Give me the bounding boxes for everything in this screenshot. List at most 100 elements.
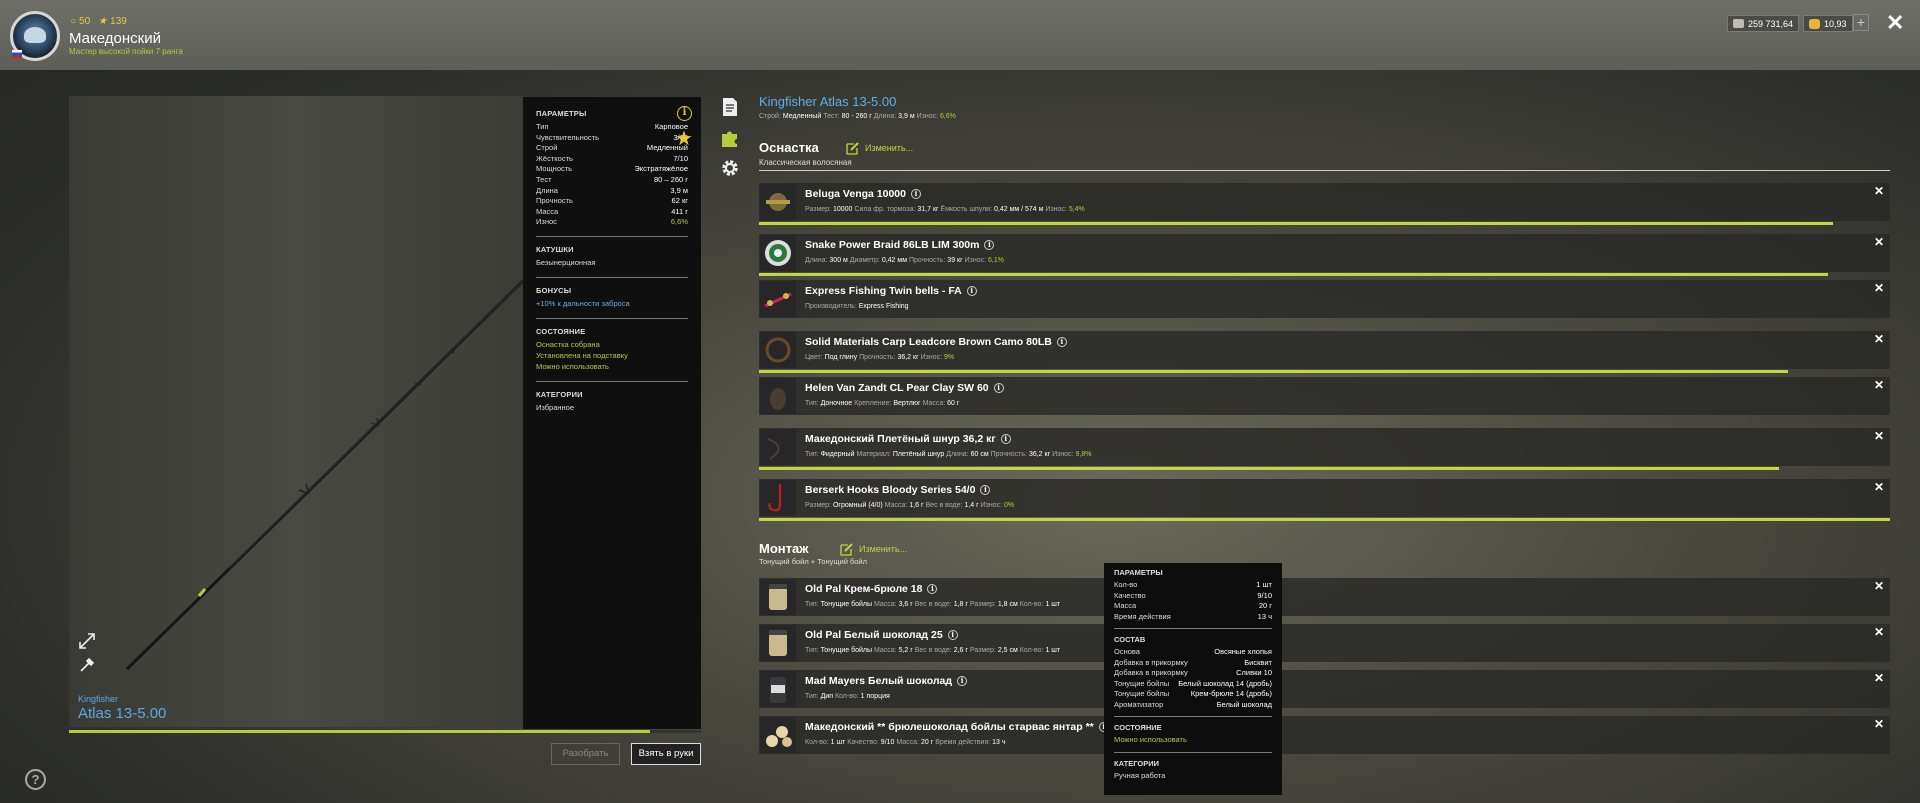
- remove-icon[interactable]: ✕: [1874, 332, 1884, 346]
- info-icon[interactable]: i: [947, 630, 958, 640]
- param-row: Добавка в прикормку Бисквит: [1114, 658, 1272, 669]
- param-row: Тип Карповое: [536, 122, 688, 133]
- param-label: Тонущие бойлы: [1114, 689, 1170, 698]
- brush-icon[interactable]: [78, 656, 96, 674]
- info-icon[interactable]: i: [957, 676, 968, 686]
- param-label: Ароматизатор: [1114, 699, 1164, 709]
- tooltip-params: Кол-во 1 шт Качество 9/10 Масса 20 г Время дей…: [1114, 580, 1272, 622]
- remove-icon[interactable]: ✕: [1874, 378, 1884, 392]
- rig-item[interactable]: Beluga Venga 10000 i Размер: 10000 Сила фр…: [759, 183, 1890, 221]
- meta-label: Крепление:: [854, 400, 892, 407]
- help-icon[interactable]: ?: [25, 769, 46, 790]
- category-value: Избранное: [536, 402, 575, 412]
- take-in-hands-button[interactable]: Взять в руки: [631, 743, 701, 765]
- star-icon[interactable]: ★: [675, 126, 693, 151]
- tooltip-composition: Основа Овсяные хлопья Добавка в прикормку Б…: [1114, 647, 1272, 710]
- meta-label: Масса:: [873, 647, 897, 654]
- remove-icon[interactable]: ✕: [1874, 579, 1884, 593]
- param-label: Масса: [536, 206, 559, 216]
- flag-icon: [12, 50, 22, 58]
- rig-edit-button[interactable]: Изменить...: [846, 141, 913, 155]
- mount-item[interactable]: Македонский ** брюлешоколад бойлы старва…: [759, 716, 1890, 754]
- mount-title: Монтаж: [759, 541, 809, 556]
- silver-balance[interactable]: 259 731,64: [1727, 15, 1800, 32]
- document-icon[interactable]: [720, 97, 740, 117]
- mount-item[interactable]: Mad Mayers Белый шоколад i Тип: Дип Кол-во…: [759, 670, 1890, 708]
- param-label: Жёсткость: [536, 153, 573, 163]
- mount-item[interactable]: Old Pal Крем-брюле 18 i Тип: Тонущие бойлы…: [759, 578, 1890, 616]
- meta-label: Размер:: [805, 502, 832, 509]
- meta-value: 36,2 кг: [897, 354, 919, 361]
- meta-value: 1,6 г: [909, 502, 924, 509]
- info-icon[interactable]: i: [927, 584, 938, 594]
- rig-item[interactable]: Македонский Плетёный шнур 36,2 кг i Тип: Ф…: [759, 428, 1890, 466]
- meta-value: 3,6 г: [898, 601, 913, 608]
- info-icon[interactable]: i: [1056, 337, 1067, 347]
- remove-icon[interactable]: ✕: [1874, 281, 1884, 295]
- boilie-jar-icon: [760, 579, 796, 615]
- rod-preview[interactable]: [69, 96, 523, 727]
- param-value: 62 кг: [671, 196, 688, 206]
- mount-edit-button[interactable]: Изменить...: [840, 542, 907, 556]
- item-meta: Тип: Тонущие бойлы Масса: 3,6 г Вес в во…: [805, 601, 1060, 608]
- braid-icon: [760, 429, 796, 465]
- item-name: Beluga Venga 10000 i: [805, 188, 921, 200]
- gear-icon[interactable]: [720, 158, 740, 178]
- leadcore-icon: [760, 332, 796, 368]
- param-value: Сливки 10: [1236, 668, 1272, 677]
- rig-item[interactable]: Snake Power Braid 86LB LIM 300m i Длина: 3…: [759, 234, 1890, 272]
- info-icon[interactable]: i: [993, 383, 1004, 393]
- param-label: Износ: [536, 217, 557, 227]
- rig-item[interactable]: Express Fishing Twin bells - FA i Производ…: [759, 280, 1890, 318]
- param-label: Тонущие бойлы: [1114, 678, 1170, 688]
- rig-item[interactable]: Berserk Hooks Bloody Series 54/0 i Размер:…: [759, 479, 1890, 517]
- meta-label: Длина:: [873, 113, 897, 120]
- param-label: Тест: [536, 174, 552, 184]
- meta-label: Масса:: [896, 739, 920, 746]
- puzzle-icon[interactable]: [720, 128, 740, 148]
- disassemble-button[interactable]: Разобрать: [551, 743, 620, 765]
- meta-value: 1,8 см: [997, 601, 1018, 608]
- reels-header: КАТУШКИ: [536, 244, 574, 254]
- gold-balance[interactable]: 10,93: [1803, 15, 1853, 32]
- meta-label: Масса:: [884, 502, 908, 509]
- divider: [536, 276, 688, 278]
- tooltip-state-header: СОСТОЯНИЕ: [1114, 723, 1162, 732]
- meta-label: Строй:: [759, 113, 781, 120]
- divider: [1114, 752, 1272, 753]
- remove-icon[interactable]: ✕: [1874, 717, 1884, 731]
- remove-icon[interactable]: ✕: [1874, 671, 1884, 685]
- bonus-value: +10% к дальности заброса: [536, 298, 630, 308]
- remove-icon[interactable]: ✕: [1874, 184, 1884, 198]
- param-label: Длина: [536, 185, 558, 195]
- param-row: Основа Овсяные хлопья: [1114, 647, 1272, 658]
- info-icon[interactable]: i: [966, 286, 977, 296]
- meta-value: 60 см: [970, 451, 989, 458]
- item-name-text: Solid Materials Carp Leadcore Brown Camo…: [805, 336, 1052, 348]
- rig-item[interactable]: Solid Materials Carp Leadcore Brown Camo…: [759, 331, 1890, 369]
- item-name: Mad Mayers Белый шоколад i: [805, 675, 968, 687]
- info-icon[interactable]: i: [910, 189, 921, 199]
- expand-icon[interactable]: [78, 632, 96, 650]
- rod-meta: Строй: Медленный Тест: 80 - 260 г Длина:…: [759, 113, 956, 120]
- close-icon[interactable]: ✕: [1886, 10, 1904, 36]
- meta-value: 1,8 г: [953, 601, 968, 608]
- params-list: Тип Карповое Чувствительность 3/10 Строй Медл…: [536, 122, 688, 228]
- top-bar: ○ 50 ★ 139 Македонский Мастер высокой пойк…: [0, 0, 1920, 70]
- remove-icon[interactable]: ✕: [1874, 480, 1884, 494]
- gold-coin-icon: [1809, 18, 1820, 29]
- rig-item[interactable]: Helen Van Zandt CL Pear Clay SW 60 i Тип: …: [759, 377, 1890, 415]
- remove-icon[interactable]: ✕: [1874, 235, 1884, 249]
- mount-item[interactable]: Old Pal Белый шоколад 25 i Тип: Тонущие бо…: [759, 624, 1890, 662]
- meta-value: 36,2 кг: [1028, 451, 1051, 458]
- add-gold-button[interactable]: +: [1853, 14, 1869, 31]
- meta-value: Тонущие бойлы: [820, 647, 873, 654]
- info-icon[interactable]: i: [980, 485, 991, 495]
- info-icon[interactable]: i: [677, 106, 692, 121]
- info-icon[interactable]: i: [1000, 434, 1011, 444]
- remove-icon[interactable]: ✕: [1874, 625, 1884, 639]
- meta-label: Тип:: [805, 400, 819, 407]
- param-row: Добавка в прикормку Сливки 10: [1114, 668, 1272, 679]
- info-icon[interactable]: i: [984, 240, 995, 250]
- remove-icon[interactable]: ✕: [1874, 429, 1884, 443]
